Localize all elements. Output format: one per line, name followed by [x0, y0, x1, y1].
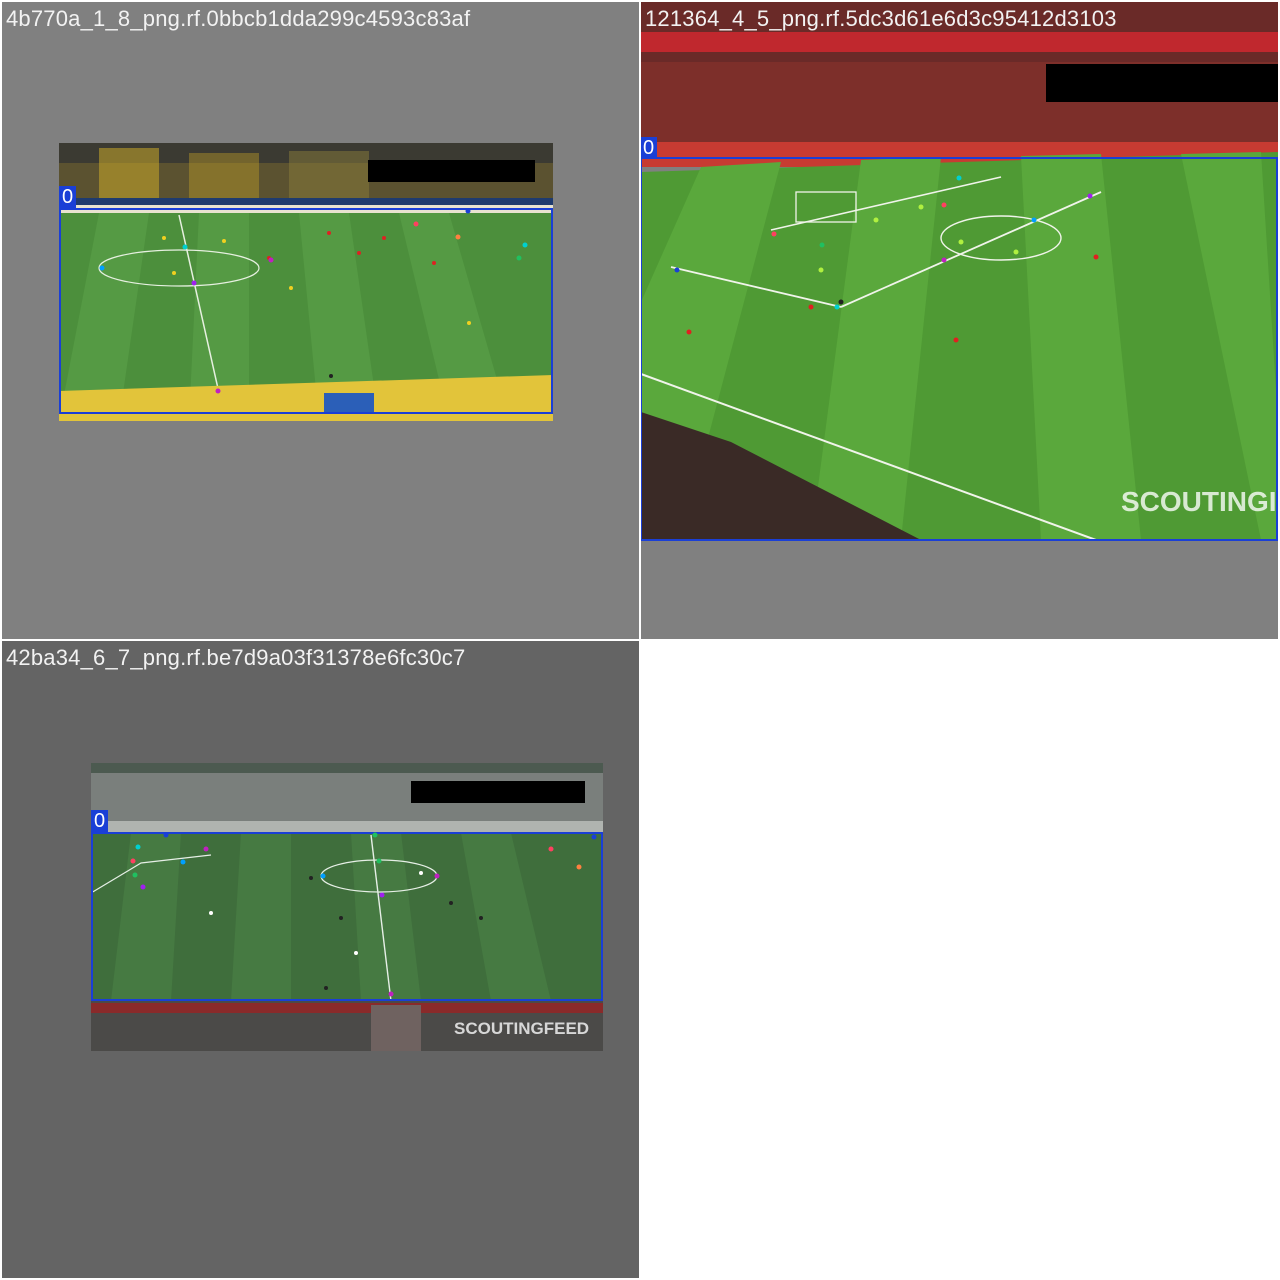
keypoint-marker: [819, 242, 825, 248]
class-label: 0: [641, 137, 658, 159]
redaction-bar: [1046, 64, 1278, 102]
keypoint-marker: [203, 846, 209, 852]
keypoint-marker: [516, 255, 522, 261]
keypoint-marker: [548, 846, 554, 852]
mosaic-tile-3: 42ba34_6_7_png.rf.be7d9a03f31378e6fc30c7…: [2, 641, 639, 1278]
keypoint-marker: [455, 234, 461, 240]
keypoint-marker: [1031, 217, 1037, 223]
tile-title: 42ba34_6_7_png.rf.be7d9a03f31378e6fc30c7: [6, 645, 466, 670]
keypoint-marker: [135, 844, 141, 850]
keypoint-marker: [941, 202, 947, 208]
keypoint-marker: [379, 892, 385, 898]
pitch-bounding-box: [59, 208, 553, 414]
keypoint-marker: [771, 231, 777, 237]
redaction-bar: [368, 160, 535, 182]
keypoint-marker: [320, 873, 326, 879]
watermark-text: SCOUTINGFEED: [454, 1019, 590, 1038]
keypoint-marker: [434, 873, 440, 879]
keypoint-marker: [99, 265, 105, 271]
keypoint-marker: [413, 221, 419, 227]
keypoint-marker: [215, 388, 221, 394]
keypoint-marker: [465, 208, 471, 214]
tile-title: 121364_4_5_png.rf.5dc3d61e6d3c95412d3103: [645, 6, 1117, 31]
pitch-bounding-box: [641, 157, 1278, 541]
keypoint-marker: [591, 834, 597, 840]
keypoint-marker: [132, 872, 138, 878]
redaction-bar: [411, 781, 585, 803]
keypoint-marker: [941, 257, 947, 263]
keypoint-marker: [182, 244, 188, 250]
keypoint-marker: [576, 864, 582, 870]
keypoint-marker: [163, 832, 169, 838]
pitch-bounding-box: [91, 832, 603, 1001]
keypoint-marker: [522, 242, 528, 248]
keypoint-marker: [376, 858, 382, 864]
tile-title: 4b770a_1_8_png.rf.0bbcb1dda299c4593c83af: [6, 6, 471, 31]
keypoint-marker: [388, 991, 394, 997]
keypoint-marker: [674, 267, 680, 273]
mosaic-tile-1: 4b770a_1_8_png.rf.0bbcb1dda299c4593c83af: [2, 2, 639, 639]
class-label: 0: [91, 810, 109, 832]
keypoint-marker: [268, 257, 274, 263]
keypoint-marker: [834, 304, 840, 310]
keypoint-marker: [1087, 193, 1093, 199]
keypoint-marker: [180, 859, 186, 865]
mosaic-tile-2: 121364_4_5_png.rf.5dc3d61e6d3c95412d3103…: [641, 2, 1278, 639]
keypoint-marker: [191, 280, 197, 286]
keypoint-marker: [130, 858, 136, 864]
keypoint-marker: [956, 175, 962, 181]
keypoint-marker: [140, 884, 146, 890]
class-label: 0: [59, 186, 77, 208]
keypoint-marker: [372, 832, 378, 838]
mosaic-tile-empty: [641, 641, 1278, 1278]
